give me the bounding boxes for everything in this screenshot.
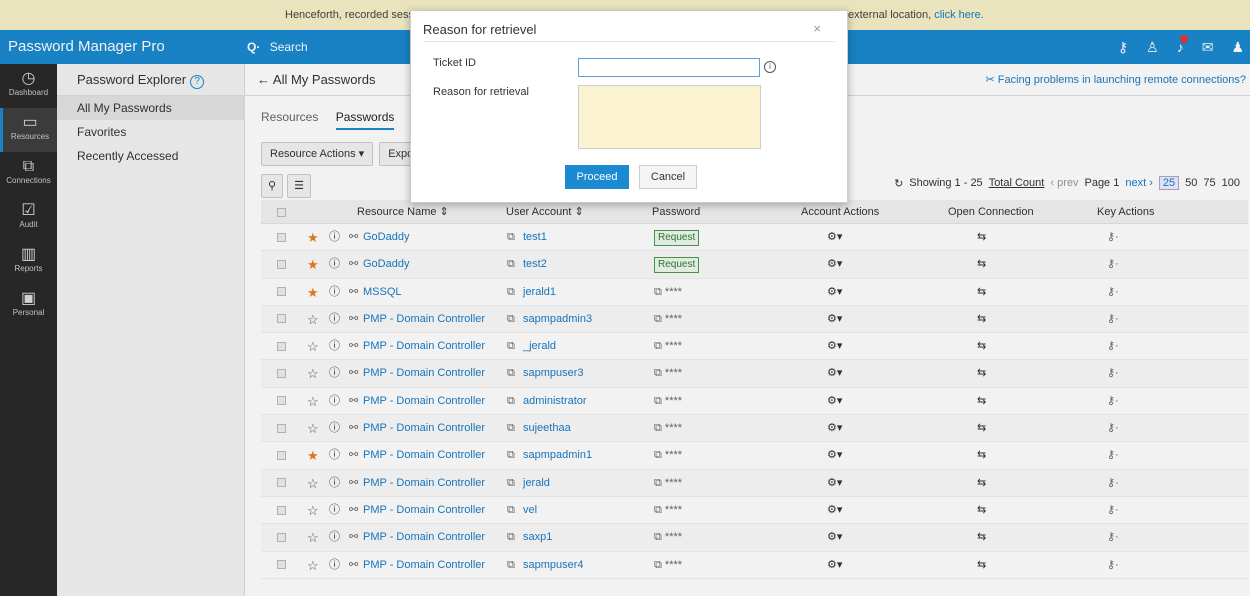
close-icon[interactable]: × <box>813 21 821 36</box>
reason-dialog: Reason for retrievel × Ticket ID i Reaso… <box>410 10 848 203</box>
ticket-id-input[interactable] <box>578 58 760 77</box>
cancel-button[interactable]: Cancel <box>639 165 697 189</box>
dialog-title: Reason for retrievel <box>423 22 537 37</box>
reason-textarea[interactable] <box>578 85 761 149</box>
ticket-id-label: Ticket ID <box>433 57 476 69</box>
info-icon[interactable]: i <box>764 61 776 73</box>
dialog-divider <box>423 41 835 42</box>
reason-label: Reason for retrieval <box>433 86 529 98</box>
proceed-button[interactable]: Proceed <box>565 165 629 189</box>
